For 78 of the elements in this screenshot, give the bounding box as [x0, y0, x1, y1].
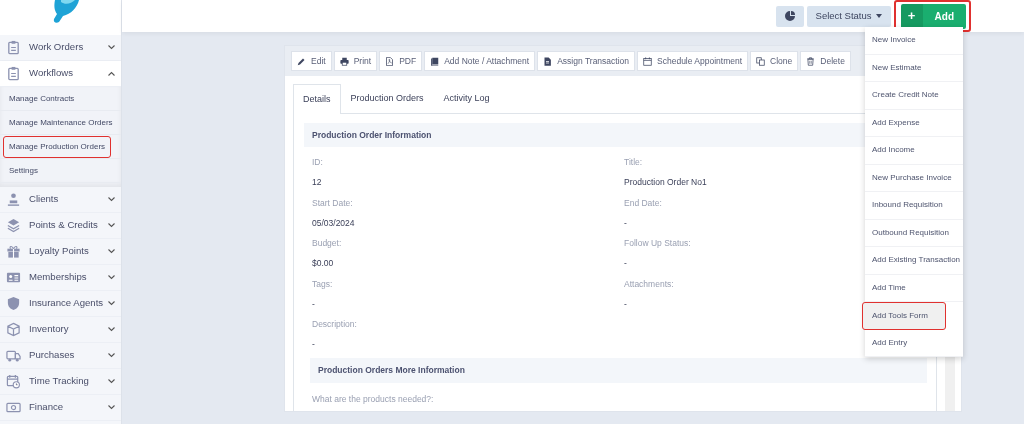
- section-header: Production Orders More Information: [310, 357, 927, 383]
- field-value: 12: [312, 176, 322, 189]
- menu-item[interactable]: Add Expense: [865, 109, 963, 137]
- toolbar-button[interactable]: Edit: [291, 51, 332, 71]
- field-label: Follow Up Status:: [624, 237, 691, 250]
- field-label: ID:: [312, 156, 323, 169]
- sidebar-subitem[interactable]: Manage Maintenance Orders: [3, 111, 119, 134]
- field-value: $0.00: [312, 257, 334, 270]
- sidebar-item[interactable]: Purchases: [0, 343, 121, 369]
- sidebar-subitem[interactable]: Settings: [3, 159, 44, 182]
- toolbar-button[interactable]: PDF: [379, 51, 423, 71]
- field-label: Tags:: [312, 277, 333, 291]
- toolbar-button[interactable]: Clone: [750, 51, 799, 71]
- sidebar-item[interactable]: Insurance Agents: [0, 291, 121, 317]
- menu-item[interactable]: New Purchase Invoice: [865, 164, 963, 192]
- caret-icon: [875, 14, 882, 18]
- pdf-file-icon: [385, 56, 395, 66]
- sidebar-item[interactable]: Inventory: [0, 317, 121, 343]
- money-icon: [6, 400, 21, 415]
- menu-item[interactable]: Outbound Requisition: [865, 219, 963, 247]
- field-label: End Date:: [624, 196, 662, 210]
- toolbar-button[interactable]: Delete: [800, 51, 851, 71]
- shield-icon: [6, 296, 21, 311]
- gift-icon: [6, 244, 21, 259]
- tab[interactable]: Production Orders: [340, 84, 434, 113]
- menu-item[interactable]: New Invoice: [865, 27, 963, 55]
- user-icon: [6, 192, 21, 207]
- field-value: 05/03/2024: [312, 216, 355, 230]
- layers-icon: [6, 218, 21, 233]
- field-label: Description:: [312, 318, 357, 331]
- sidebar-item[interactable]: Points & Credits: [0, 213, 121, 239]
- printer-icon: [339, 56, 349, 66]
- field-value: -: [312, 338, 315, 351]
- field-label: Budget:: [312, 237, 342, 250]
- document-icon: [543, 56, 553, 66]
- menu-item[interactable]: Add Existing Transaction: [865, 247, 963, 275]
- sidebar-subitem[interactable]: Manage Production Orders: [3, 135, 112, 158]
- chart-button[interactable]: [775, 5, 804, 27]
- field-label: Title:: [624, 156, 643, 169]
- field-value: -: [624, 216, 627, 230]
- clipboard-icon: [6, 40, 21, 55]
- field-value: -: [312, 297, 315, 311]
- calendar-icon: [643, 56, 653, 66]
- id-card-icon: [6, 270, 21, 285]
- field-value: -: [624, 257, 627, 270]
- sidebar-item[interactable]: Clients: [0, 187, 121, 213]
- sidebar-item[interactable]: Loyalty Points: [0, 239, 121, 265]
- clipboard-icon: [6, 66, 21, 81]
- pie-chart-icon: [784, 11, 795, 21]
- toolbar-button[interactable]: Print: [333, 51, 378, 71]
- status-dropdown[interactable]: Select Status: [806, 5, 891, 27]
- sidebar-item[interactable]: Memberships: [0, 265, 121, 291]
- menu-item[interactable]: Add Income: [865, 137, 963, 165]
- trash-icon: [806, 56, 816, 66]
- sidebar-item[interactable]: Time Tracking: [0, 369, 121, 395]
- copy-icon: [756, 56, 766, 66]
- truck-icon: [6, 348, 21, 363]
- notebook-icon: [430, 56, 440, 66]
- pencil-icon: [297, 56, 306, 66]
- menu-item[interactable]: Inbound Requisition: [865, 192, 963, 220]
- tab[interactable]: Activity Log: [433, 84, 500, 113]
- sidebar-item[interactable]: Finance: [0, 395, 121, 421]
- menu-item[interactable]: New Estimate: [865, 54, 963, 82]
- menu-item[interactable]: Add Tools Form: [862, 302, 946, 330]
- field-value: Production Order No1: [624, 176, 707, 189]
- toolbar-button[interactable]: Add Note / Attachment: [424, 51, 536, 71]
- calendar-clock-icon: [6, 374, 21, 389]
- tab[interactable]: Details: [293, 84, 341, 114]
- toolbar-button[interactable]: Assign Transaction: [537, 51, 636, 71]
- field-label: Start Date:: [312, 196, 353, 210]
- field-value: -: [624, 297, 627, 311]
- field-label: Attachments:: [624, 277, 674, 291]
- toolbar-button[interactable]: Schedule Appointment: [637, 51, 749, 71]
- menu-item[interactable]: Create Credit Note: [865, 82, 963, 110]
- sidebar-subitem[interactable]: Manage Contracts: [3, 87, 81, 110]
- box-icon: [6, 322, 21, 337]
- field-label: What are the products needed?:: [311, 392, 435, 406]
- menu-item[interactable]: Add Entry: [865, 329, 963, 357]
